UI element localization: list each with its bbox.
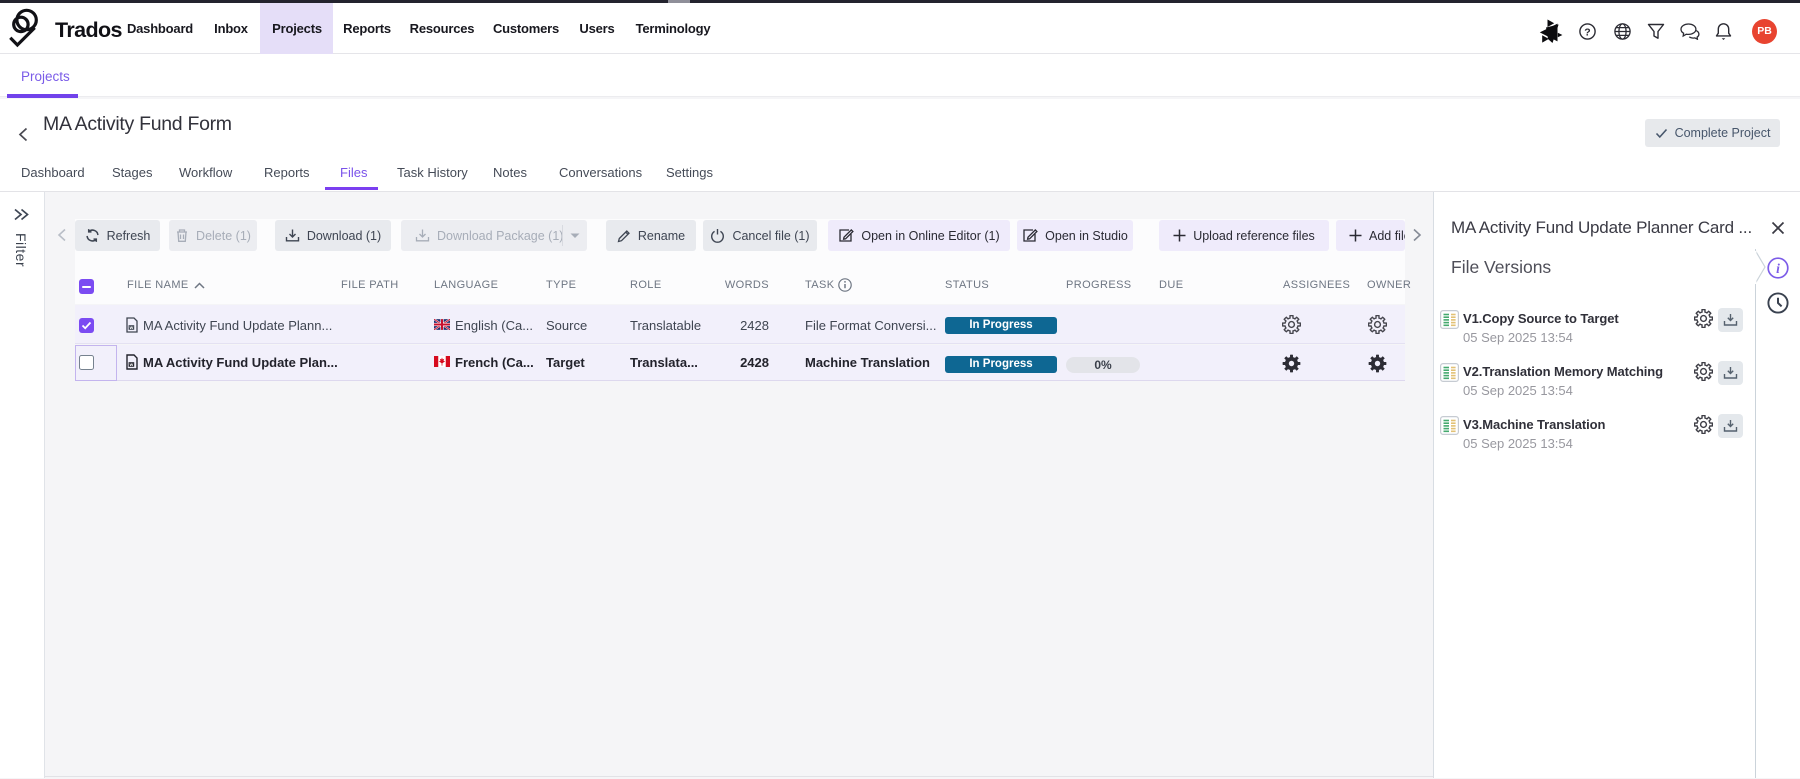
svg-text:w: w — [129, 325, 134, 330]
svg-text:w: w — [129, 362, 134, 367]
svg-text:i: i — [1776, 261, 1780, 276]
svg-text:?: ? — [1584, 26, 1590, 38]
